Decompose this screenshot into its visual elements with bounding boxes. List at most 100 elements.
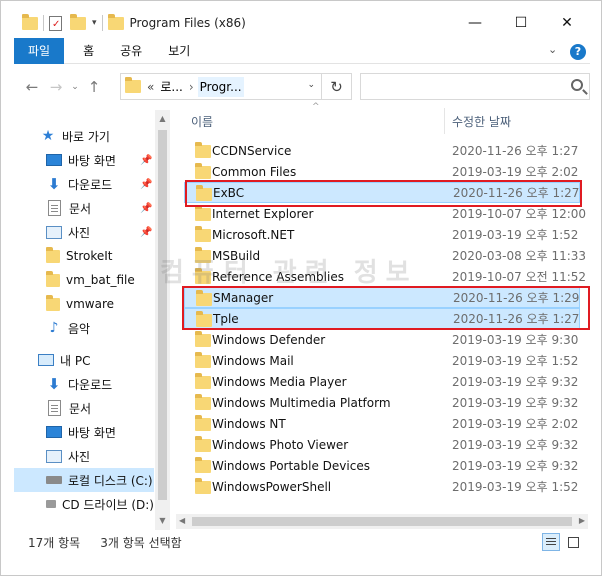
file-row[interactable]: Windows Media Player 2019-03-19 오후 9:32 — [184, 371, 580, 392]
sidebar-item-pc-documents[interactable]: 문서 — [14, 396, 154, 420]
tab-home[interactable]: 홈 — [70, 38, 107, 64]
scroll-right-icon[interactable]: ▶ — [579, 516, 585, 525]
folder-icon — [107, 13, 124, 30]
file-name: Common Files — [212, 164, 297, 179]
folder-icon — [195, 457, 211, 473]
download-icon: ⬇ — [47, 175, 61, 193]
sidebar-item-pc-desktop[interactable]: 바탕 화면 — [14, 420, 154, 444]
sidebar-item-label: 로컬 디스크 (C:) — [68, 473, 153, 488]
tab-view[interactable]: 보기 — [155, 38, 203, 64]
maximize-button[interactable]: ☐ — [498, 8, 544, 38]
breadcrumb-separator[interactable]: › — [189, 80, 194, 94]
file-date: 2019-03-19 오후 9:32 — [452, 438, 579, 452]
desktop-icon — [46, 154, 62, 166]
scroll-left-icon[interactable]: ◀ — [179, 516, 185, 525]
file-date: 2019-10-07 오후 12:00 — [452, 207, 587, 221]
folder-icon — [195, 436, 211, 452]
sidebar-item-cd-drive[interactable]: CD 드라이브 (D:) — [14, 492, 154, 516]
file-date: 2019-03-19 오후 9:32 — [452, 375, 579, 389]
up-button[interactable]: ↑ — [82, 78, 106, 96]
sidebar-item-local-disk[interactable]: 로컬 디스크 (C:) — [14, 468, 154, 492]
minimize-button[interactable]: — — [452, 8, 498, 38]
sidebar-item-pc-pictures[interactable]: 사진 — [14, 444, 154, 468]
chevron-down-icon[interactable]: ▾ — [92, 18, 97, 28]
scroll-down-icon[interactable]: ▼ — [155, 512, 170, 530]
file-date: 2019-03-19 오후 9:32 — [452, 396, 579, 410]
file-row[interactable]: Windows Defender 2019-03-19 오후 9:30 — [184, 329, 580, 350]
breadcrumb-segment-current[interactable]: Progr... — [197, 76, 244, 97]
address-bar[interactable]: « 로... › Progr... ⌄ — [120, 73, 322, 100]
pin-icon[interactable]: 📌 — [140, 155, 152, 166]
file-row[interactable]: Windows Photo Viewer 2019-03-19 오후 9:32 — [184, 434, 580, 455]
document-icon — [48, 200, 61, 216]
recent-locations-button[interactable]: ⌄ — [68, 82, 82, 92]
sidebar-item-downloads[interactable]: ⬇ 다운로드 📌 — [14, 172, 154, 196]
large-icons-view-icon[interactable] — [564, 533, 582, 551]
file-name: Windows Photo Viewer — [212, 437, 349, 452]
sidebar-item-vm-bat-file[interactable]: vm_bat_file — [14, 268, 154, 292]
sidebar-item-label: vm_bat_file — [66, 273, 135, 287]
pin-icon[interactable]: 📌 — [140, 227, 152, 238]
file-row[interactable]: Windows Multimedia Platform 2019-03-19 오후… — [184, 392, 580, 413]
forward-button[interactable]: → — [44, 78, 68, 96]
file-row[interactable]: CCDNService 2020-11-26 오후 1:27 — [184, 140, 580, 161]
column-header-date[interactable]: 수정한 날짜 — [452, 104, 511, 138]
new-folder-icon[interactable] — [70, 13, 86, 30]
pc-icon — [38, 354, 54, 366]
sidebar-item-pictures[interactable]: 사진 📌 — [14, 220, 154, 244]
sidebar-item-desktop[interactable]: 바탕 화면 📌 — [14, 148, 154, 172]
sidebar-item-this-pc[interactable]: 내 PC — [14, 348, 154, 372]
file-row[interactable]: MSBuild 2020-03-08 오후 11:33 — [184, 245, 586, 266]
address-dropdown-icon[interactable]: ⌄ — [307, 80, 315, 90]
divider — [101, 15, 103, 31]
file-row[interactable]: Microsoft.NET 2019-03-19 오후 1:52 — [184, 224, 580, 245]
sidebar-item-quick-access[interactable]: ★ 바로 가기 — [14, 124, 154, 148]
file-list-scrollbar[interactable]: ◀ ▶ — [176, 514, 588, 529]
column-divider[interactable] — [444, 108, 445, 134]
search-input[interactable] — [360, 73, 590, 100]
sidebar-scrollbar[interactable]: ▲ ▼ — [155, 110, 170, 530]
file-name: MSBuild — [212, 248, 261, 263]
scrollbar-thumb[interactable] — [192, 517, 572, 526]
pin-icon[interactable]: 📌 — [140, 203, 152, 214]
file-row[interactable]: WindowsPowerShell 2019-03-19 오후 1:52 — [184, 476, 580, 497]
file-name: Windows Defender — [212, 332, 326, 347]
breadcrumb-overflow[interactable]: « — [147, 80, 154, 94]
file-row[interactable]: Reference Assemblies 2019-10-07 오전 11:52 — [184, 266, 586, 287]
refresh-button[interactable]: ↻ — [322, 73, 352, 100]
scrollbar-thumb[interactable] — [158, 130, 167, 500]
file-row[interactable]: Windows Portable Devices 2019-03-19 오후 9:… — [184, 455, 580, 476]
tab-file[interactable]: 파일 — [14, 37, 65, 64]
properties-icon[interactable]: ✓ — [49, 15, 62, 31]
window-title: Program Files (x86) — [129, 16, 246, 30]
close-button[interactable]: ✕ — [544, 8, 590, 38]
folder-icon — [195, 331, 211, 347]
file-row[interactable]: Common Files 2019-03-19 오후 2:02 — [184, 161, 580, 182]
folder-icon — [46, 246, 60, 263]
tab-share[interactable]: 공유 — [107, 38, 155, 64]
sidebar-item-strokeit[interactable]: StrokeIt — [14, 244, 154, 268]
sidebar-item-label: 사진 — [68, 225, 91, 240]
sidebar-item-music[interactable]: ♪ 음악 — [14, 316, 154, 340]
ribbon-tabs: 파일 홈 공유 보기 ⌄ ? — [14, 37, 590, 64]
scroll-up-icon[interactable]: ▲ — [155, 110, 170, 128]
file-date: 2019-03-19 오후 9:32 — [452, 459, 579, 473]
help-icon[interactable]: ? — [570, 44, 586, 60]
navigation-pane: ★ 바로 가기 바탕 화면 📌 ⬇ 다운로드 📌 문서 📌 사진 📌 Strok… — [14, 110, 170, 530]
sidebar-item-pc-downloads[interactable]: ⬇ 다운로드 — [14, 372, 154, 396]
expand-ribbon-icon[interactable]: ⌄ — [548, 43, 557, 56]
title-bar: ✓ ▾ Program Files (x86) — ☐ ✕ — [14, 8, 590, 38]
sidebar-item-documents[interactable]: 문서 📌 — [14, 196, 154, 220]
details-view-icon[interactable] — [542, 533, 560, 551]
breadcrumb-segment[interactable]: 로... — [160, 78, 182, 95]
download-icon: ⬇ — [47, 375, 61, 393]
file-name: Windows NT — [212, 416, 286, 431]
column-header-name[interactable]: 이름 — [191, 104, 213, 138]
folder-icon — [46, 270, 60, 287]
pin-icon[interactable]: 📌 — [140, 179, 152, 190]
file-row[interactable]: Windows Mail 2019-03-19 오후 1:52 — [184, 350, 580, 371]
file-row[interactable]: Windows NT 2019-03-19 오후 2:02 — [184, 413, 580, 434]
back-button[interactable]: ← — [20, 78, 44, 96]
folder-icon — [195, 226, 211, 242]
sidebar-item-vmware[interactable]: vmware — [14, 292, 154, 316]
